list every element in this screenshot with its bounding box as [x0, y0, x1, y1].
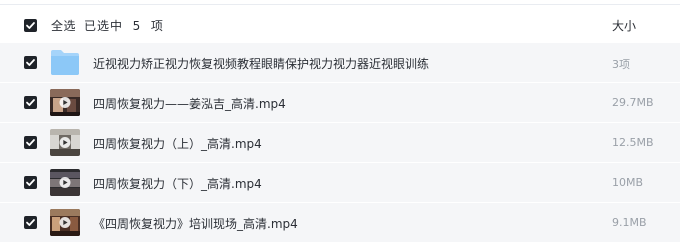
select-all-label[interactable]: 全选 [51, 17, 76, 34]
file-size: 29.7MB [612, 96, 654, 109]
file-row[interactable]: 《四周恢复视力》培训现场_高清.mp4 9.1MB [0, 203, 680, 243]
file-row[interactable]: 近视视力矫正视力恢复视频教程眼睛保护视力视力器近视眼训练 3项 [0, 43, 680, 83]
row-checkbox[interactable] [24, 176, 37, 189]
file-name[interactable]: 近视视力矫正视力恢复视频教程眼睛保护视力视力器近视眼训练 [93, 55, 429, 72]
scrollbar-track[interactable] [682, 0, 687, 250]
checkmark-icon [26, 139, 35, 146]
video-thumbnail-icon [50, 209, 80, 236]
list-header: 全选 已选中 5 项 大小 [0, 5, 680, 44]
checkmark-icon [26, 179, 35, 186]
checkmark-icon [26, 22, 35, 29]
row-checkbox[interactable] [24, 56, 37, 69]
file-rows: 近视视力矫正视力恢复视频教程眼睛保护视力视力器近视眼训练 3项 四周恢复视力——… [0, 43, 680, 243]
file-row[interactable]: 四周恢复视力——姜泓吉_高清.mp4 29.7MB [0, 83, 680, 123]
file-row[interactable]: 四周恢复视力（上）_高清.mp4 12.5MB [0, 123, 680, 163]
folder-icon [51, 50, 79, 75]
file-size: 3项 [612, 58, 630, 71]
select-all-checkbox[interactable] [24, 19, 37, 32]
file-name[interactable]: 四周恢复视力——姜泓吉_高清.mp4 [93, 95, 286, 112]
video-thumbnail-icon [50, 129, 80, 156]
checkmark-icon [26, 219, 35, 226]
file-size: 9.1MB [612, 216, 647, 229]
row-checkbox[interactable] [24, 136, 37, 149]
checkmark-icon [26, 59, 35, 66]
selected-count-text: 已选中 5 项 [84, 19, 164, 33]
row-checkbox[interactable] [24, 216, 37, 229]
file-name[interactable]: 四周恢复视力（上）_高清.mp4 [93, 135, 262, 152]
file-name[interactable]: 《四周恢复视力》培训现场_高清.mp4 [93, 215, 298, 232]
size-column-header[interactable]: 大小 [612, 17, 636, 34]
checkmark-icon [26, 99, 35, 106]
video-thumbnail-icon [50, 169, 80, 196]
file-size: 10MB [612, 176, 644, 189]
row-checkbox[interactable] [24, 96, 37, 109]
file-size: 12.5MB [612, 136, 654, 149]
file-list-panel: 全选 已选中 5 项 大小 近视视力矫正视力恢复视频教程眼睛保护视力视力器近视眼… [0, 0, 687, 250]
file-row[interactable]: 四周恢复视力（下）_高清.mp4 10MB [0, 163, 680, 203]
file-name[interactable]: 四周恢复视力（下）_高清.mp4 [93, 175, 262, 192]
video-thumbnail-icon [50, 89, 80, 116]
